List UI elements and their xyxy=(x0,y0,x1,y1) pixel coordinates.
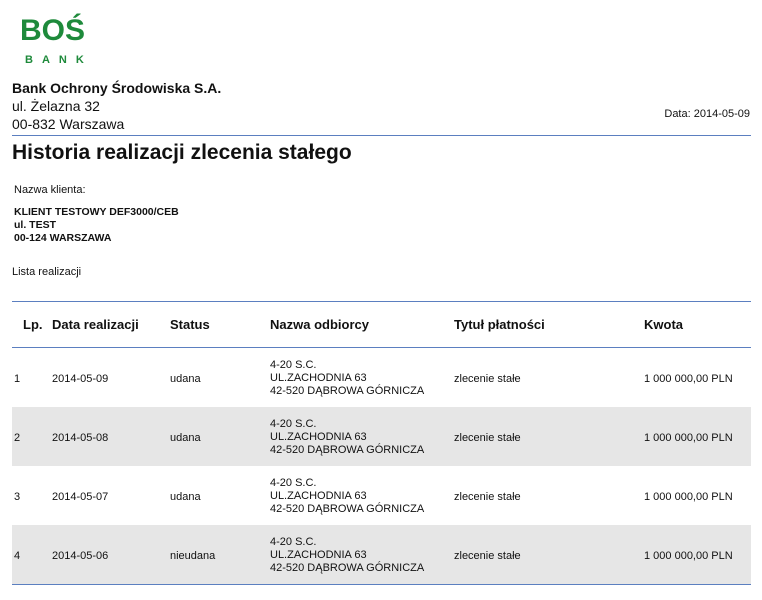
recipient-city: 42-520 DĄBROWA GÓRNICZA xyxy=(270,503,425,515)
bank-city: 00-832 Warszawa xyxy=(12,116,125,132)
cell-date: 2014-05-06 xyxy=(52,550,109,562)
cell-status: nieudana xyxy=(170,550,216,562)
cell-amount: 1 000 000,00 PLN xyxy=(644,550,733,562)
cell-recipient: 4-20 S.C. UL.ZACHODNIA 63 42-520 DĄBROWA… xyxy=(270,477,424,516)
table-row: 2 2014-05-08 udana 4-20 S.C. UL.ZACHODNI… xyxy=(12,407,751,466)
header-divider xyxy=(12,135,751,136)
cell-title: zlecenie stałe xyxy=(454,491,521,503)
cell-date: 2014-05-08 xyxy=(52,432,109,444)
cell-status: udana xyxy=(170,373,201,385)
cell-title: zlecenie stałe xyxy=(454,550,521,562)
cell-lp: 3 xyxy=(14,491,21,503)
cell-lp: 2 xyxy=(14,432,21,444)
table-row: 1 2014-05-09 udana 4-20 S.C. UL.ZACHODNI… xyxy=(12,348,751,407)
recipient-city: 42-520 DĄBROWA GÓRNICZA xyxy=(270,444,425,456)
header-title: Tytuł płatności xyxy=(454,317,545,332)
client-details: KLIENT TESTOWY DEF3000/CEB ul. TEST 00-1… xyxy=(14,206,179,245)
executions-table: Lp. Data realizacji Status Nazwa odbiorc… xyxy=(12,301,751,585)
bank-name: Bank Ochrony Środowiska S.A. xyxy=(12,80,222,96)
recipient-street: UL.ZACHODNIA 63 xyxy=(270,549,367,561)
logo-subtitle: BANK xyxy=(25,54,93,66)
header-lp: Lp. xyxy=(23,317,43,332)
cell-recipient: 4-20 S.C. UL.ZACHODNIA 63 42-520 DĄBROWA… xyxy=(270,536,424,575)
recipient-street: UL.ZACHODNIA 63 xyxy=(270,372,367,384)
cell-title: zlecenie stałe xyxy=(454,432,521,444)
list-label: Lista realizacji xyxy=(12,266,82,278)
cell-amount: 1 000 000,00 PLN xyxy=(644,373,733,385)
cell-status: udana xyxy=(170,491,201,503)
cell-lp: 4 xyxy=(14,550,21,562)
cell-date: 2014-05-07 xyxy=(52,491,109,503)
recipient-city: 42-520 DĄBROWA GÓRNICZA xyxy=(270,385,425,397)
recipient-name: 4-20 S.C. xyxy=(270,477,317,489)
recipient-name: 4-20 S.C. xyxy=(270,536,317,548)
table-header: Lp. Data realizacji Status Nazwa odbiorc… xyxy=(12,301,751,348)
client-city: 00-124 WARSZAWA xyxy=(14,232,112,244)
document-date: Data: 2014-05-09 xyxy=(664,108,750,120)
client-street: ul. TEST xyxy=(14,219,56,231)
cell-recipient: 4-20 S.C. UL.ZACHODNIA 63 42-520 DĄBROWA… xyxy=(270,418,424,457)
table-row: 4 2014-05-06 nieudana 4-20 S.C. UL.ZACHO… xyxy=(12,525,751,584)
header-date: Data realizacji xyxy=(52,317,139,332)
header-status: Status xyxy=(170,317,210,332)
cell-date: 2014-05-09 xyxy=(52,373,109,385)
cell-title: zlecenie stałe xyxy=(454,373,521,385)
header-recipient: Nazwa odbiorcy xyxy=(270,317,369,332)
client-label: Nazwa klienta: xyxy=(14,184,86,196)
cell-lp: 1 xyxy=(14,373,21,385)
recipient-street: UL.ZACHODNIA 63 xyxy=(270,431,367,443)
cell-recipient: 4-20 S.C. UL.ZACHODNIA 63 42-520 DĄBROWA… xyxy=(270,359,424,398)
logo-wordmark: BOŚ xyxy=(20,14,86,47)
cell-amount: 1 000 000,00 PLN xyxy=(644,432,733,444)
page-title: Historia realizacji zlecenia stałego xyxy=(12,141,352,164)
bank-logo: BOŚ BANK xyxy=(20,14,98,70)
cell-amount: 1 000 000,00 PLN xyxy=(644,491,733,503)
recipient-city: 42-520 DĄBROWA GÓRNICZA xyxy=(270,562,425,574)
client-name: KLIENT TESTOWY DEF3000/CEB xyxy=(14,206,179,218)
table-bottom-divider xyxy=(12,584,751,585)
bank-street: ul. Żelazna 32 xyxy=(12,98,100,114)
recipient-street: UL.ZACHODNIA 63 xyxy=(270,490,367,502)
header-amount: Kwota xyxy=(644,317,683,332)
table-row: 3 2014-05-07 udana 4-20 S.C. UL.ZACHODNI… xyxy=(12,466,751,525)
recipient-name: 4-20 S.C. xyxy=(270,418,317,430)
cell-status: udana xyxy=(170,432,201,444)
recipient-name: 4-20 S.C. xyxy=(270,359,317,371)
